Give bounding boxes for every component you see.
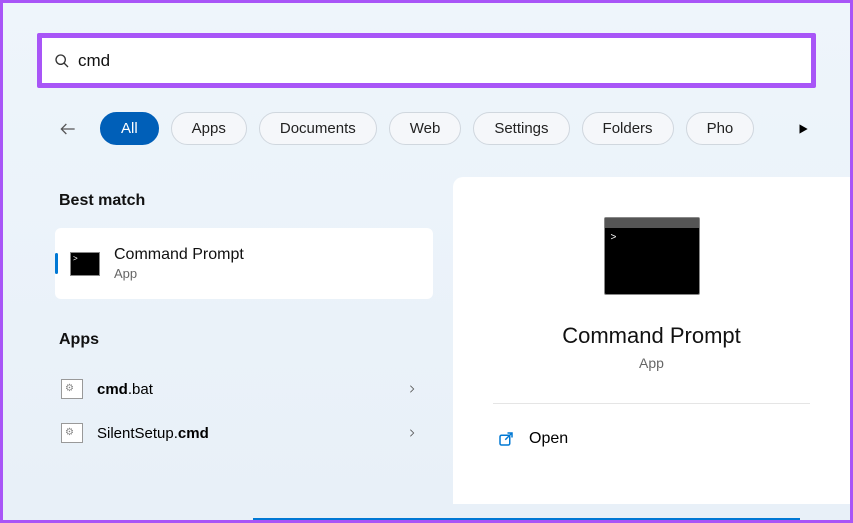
apps-header: Apps <box>55 331 433 349</box>
filter-apps[interactable]: Apps <box>171 112 247 145</box>
filter-row: All Apps Documents Web Settings Folders … <box>3 88 850 157</box>
search-input[interactable] <box>78 51 801 71</box>
command-prompt-icon <box>70 252 100 276</box>
detail-subtitle: App <box>493 355 810 371</box>
search-bar[interactable] <box>37 33 816 88</box>
app-result-label: cmd.bat <box>97 381 153 398</box>
back-arrow-icon[interactable] <box>58 119 78 139</box>
filter-photos[interactable]: Pho <box>686 112 755 145</box>
best-match-item[interactable]: Command Prompt App <box>55 228 433 299</box>
detail-title: Command Prompt <box>493 323 810 349</box>
search-icon <box>54 53 70 69</box>
scroll-right-icon[interactable] <box>796 122 810 136</box>
chevron-right-icon <box>407 426 417 440</box>
app-result-silentsetup-cmd[interactable]: SilentSetup.cmd <box>55 411 433 455</box>
app-result-label: SilentSetup.cmd <box>97 425 209 442</box>
filter-settings[interactable]: Settings <box>473 112 569 145</box>
detail-panel: Command Prompt App Open <box>453 177 850 504</box>
filter-documents[interactable]: Documents <box>259 112 377 145</box>
open-label: Open <box>529 430 568 448</box>
search-focus-underline <box>253 518 800 520</box>
best-match-title: Command Prompt <box>114 246 244 264</box>
command-prompt-icon-large <box>604 217 700 295</box>
bat-file-icon <box>61 423 83 443</box>
filter-folders[interactable]: Folders <box>582 112 674 145</box>
bat-file-icon <box>61 379 83 399</box>
best-match-header: Best match <box>55 192 433 210</box>
content-area: Best match Command Prompt App Apps cmd.b… <box>3 157 850 504</box>
results-column: Best match Command Prompt App Apps cmd.b… <box>43 157 433 504</box>
open-action[interactable]: Open <box>493 420 810 458</box>
best-match-subtitle: App <box>114 266 244 281</box>
chevron-right-icon <box>407 382 417 396</box>
app-result-cmd-bat[interactable]: cmd.bat <box>55 367 433 411</box>
open-icon <box>497 430 515 448</box>
filter-web[interactable]: Web <box>389 112 462 145</box>
filter-all[interactable]: All <box>100 112 159 145</box>
detail-divider <box>493 403 810 404</box>
